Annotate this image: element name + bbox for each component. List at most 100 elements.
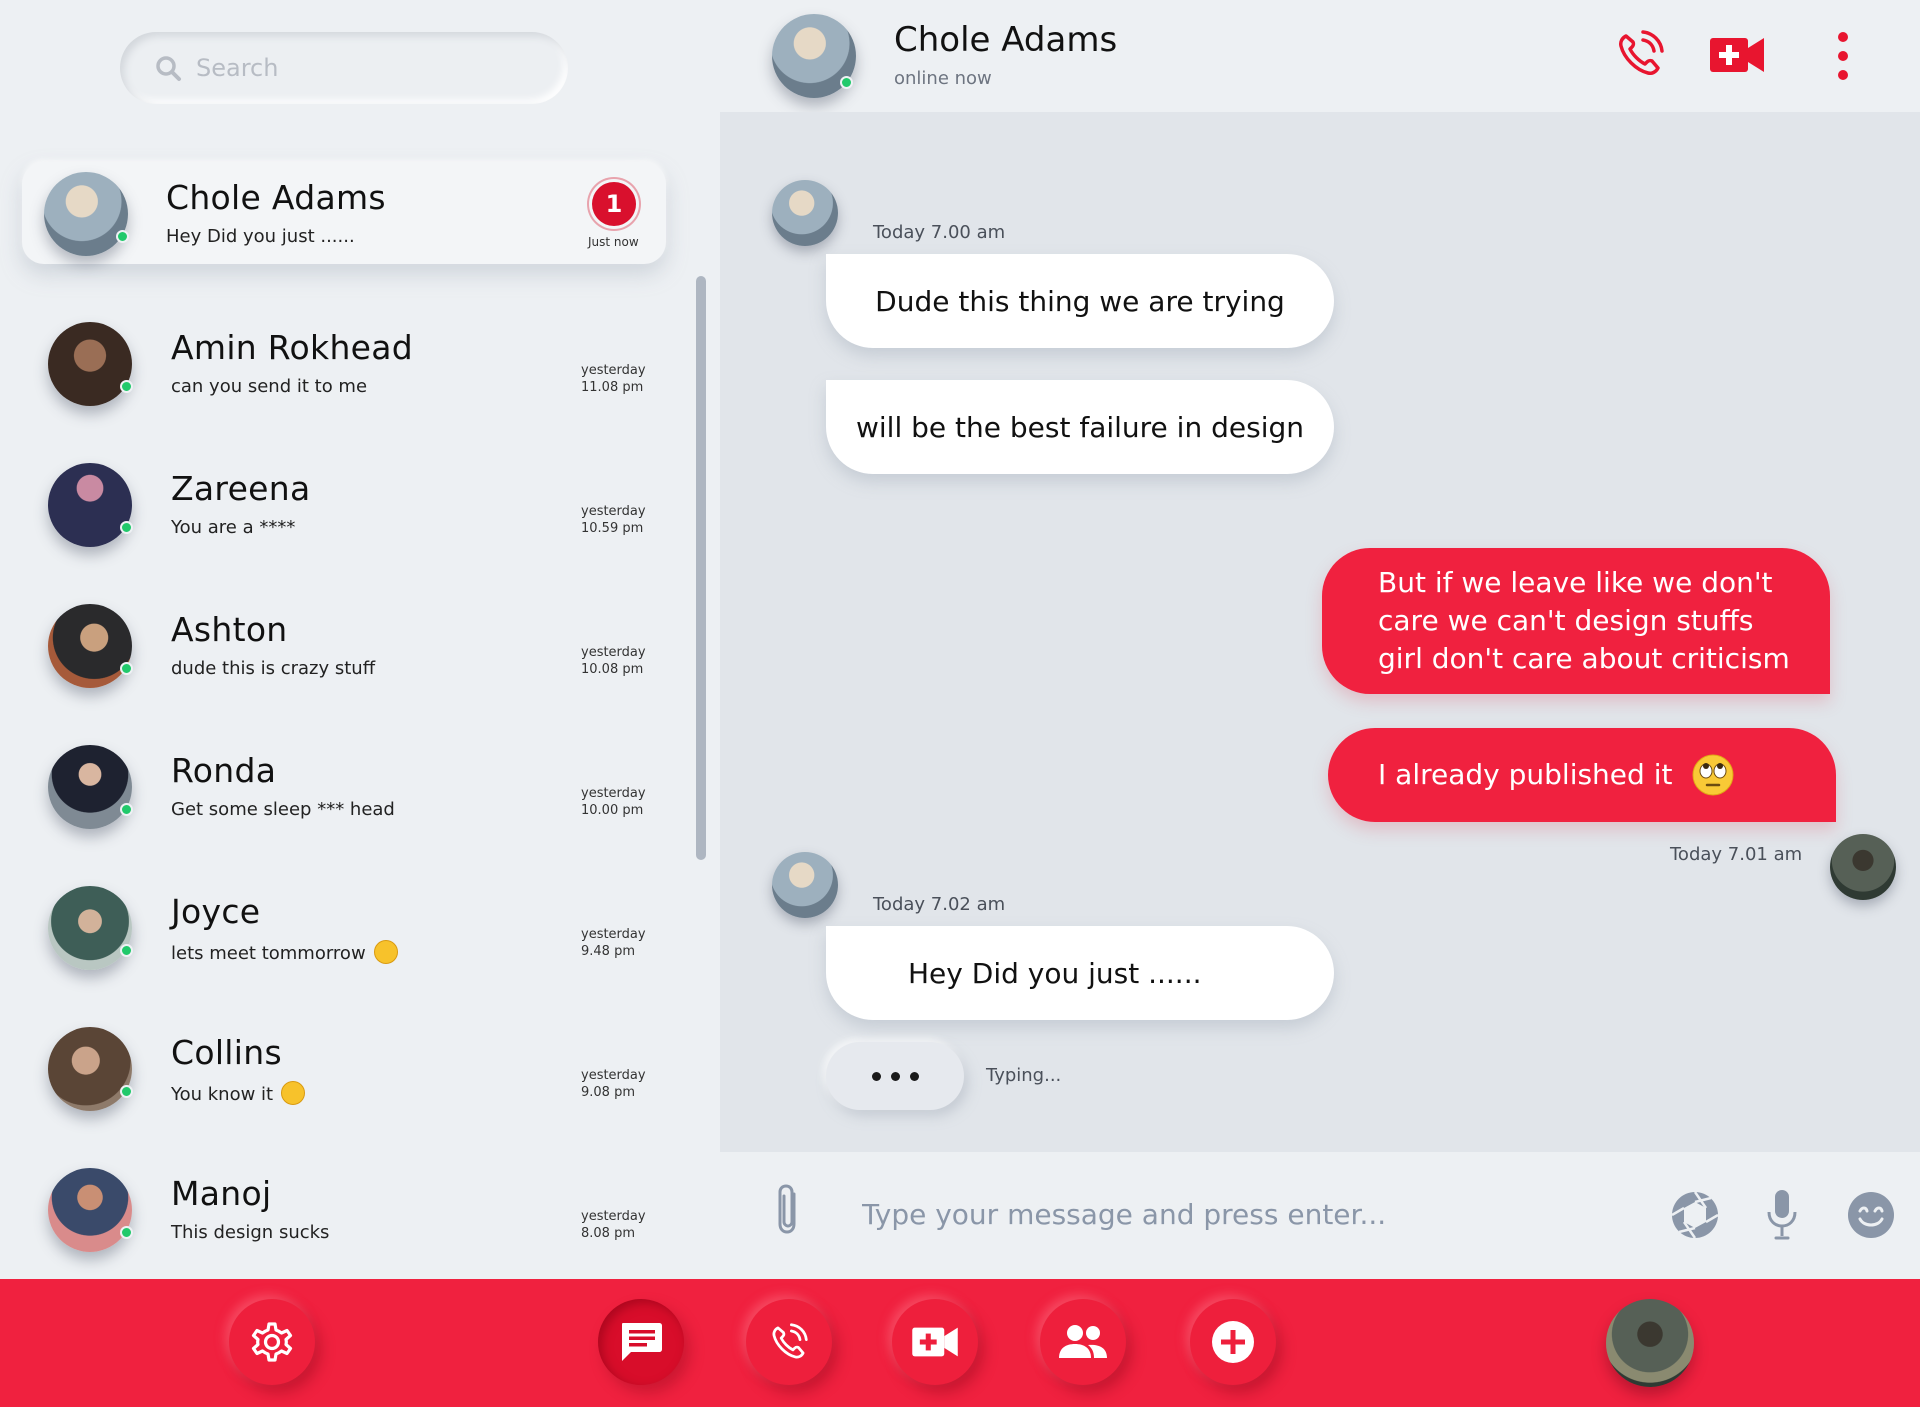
last-message: This design sucks [171,1222,330,1243]
profile-avatar[interactable] [1606,1299,1694,1387]
typing-dot [871,1071,881,1081]
message-date: yesterday [581,1068,646,1083]
emoji-icon[interactable] [1846,1190,1896,1240]
camera-shutter-icon[interactable] [1670,1190,1720,1240]
video-calls-button[interactable] [892,1299,978,1385]
phone-call-icon[interactable] [1612,26,1668,82]
chats-button[interactable] [598,1299,684,1385]
search-bar[interactable] [120,32,568,104]
typing-indicator [826,1042,964,1110]
contacts-button[interactable] [1040,1299,1126,1385]
message-time: 9.48 pm [581,944,635,959]
contact-name: Joyce [171,892,261,931]
conversation-list-panel: Chole Adams Hey Did you just ...... 1 Ju… [0,0,720,1279]
message-input[interactable] [862,1192,1622,1236]
conversation-item-joyce[interactable]: Joyce lets meet tommorrow yesterday 9.48… [22,882,666,982]
message-composer [720,1152,1920,1279]
settings-button[interactable] [229,1299,315,1385]
conversation-item-amin-rokhead[interactable]: Amin Rokhead can you send it to me yeste… [22,318,666,418]
search-input[interactable] [196,54,536,82]
online-indicator [120,1085,133,1098]
online-indicator [840,76,853,89]
incoming-message: Dude this thing we are trying [826,254,1334,348]
last-message: You know it [171,1081,306,1105]
message-time: 9.08 pm [581,1085,635,1100]
message-time: 8.08 pm [581,1226,635,1241]
sender-avatar [772,180,838,246]
chat-contact-status: online now [894,68,992,89]
online-indicator [116,230,129,243]
conversation-item-chole-adams[interactable]: Chole Adams Hey Did you just ...... 1 Ju… [22,162,666,264]
message-text: lets meet tommorrow [171,943,366,964]
avatar [44,172,128,256]
contact-name: Ronda [171,751,277,790]
bottom-navigation [0,1279,1920,1407]
video-call-icon[interactable] [1710,36,1764,74]
contacts-icon [1059,1325,1107,1358]
message-date: yesterday [581,363,646,378]
outgoing-message: I already published it [1328,728,1836,822]
attach-icon[interactable] [772,1182,804,1238]
message-date: yesterday [581,645,646,660]
chat-contact-name: Chole Adams [894,20,1118,60]
message-date: yesterday [581,1209,646,1224]
message-date: yesterday [581,927,646,942]
avatar [48,322,132,406]
message-date: yesterday [581,504,646,519]
last-message: Get some sleep *** head [171,799,395,820]
online-indicator [120,1226,133,1239]
online-indicator [120,803,133,816]
online-indicator [120,662,133,675]
microphone-icon[interactable] [1766,1188,1798,1242]
add-icon [1212,1321,1254,1363]
avatar [48,1168,132,1252]
message-time: Just now [588,235,639,249]
incoming-message: will be the best failure in design [826,380,1334,474]
unread-badge: 1 [592,182,636,226]
message-timestamp: Today 7.00 am [873,222,1006,243]
avatar [48,463,132,547]
typing-dot [890,1071,900,1081]
conversation-item-collins[interactable]: Collins You know it yesterday 9.08 pm [22,1023,666,1123]
conversation-item-ashton[interactable]: Ashton dude this is crazy stuff yesterda… [22,600,666,700]
phone-icon [772,1323,808,1359]
last-message: dude this is crazy stuff [171,658,376,679]
yawn-emoji-icon [373,940,398,964]
last-message: Hey Did you just ...... [166,226,355,247]
search-icon [156,56,181,81]
video-icon [912,1327,958,1357]
last-message: lets meet tommorrow [171,940,398,964]
last-message: can you send it to me [171,376,368,397]
wink-emoji-icon [281,1081,306,1105]
incoming-message: Hey Did you just ...... [826,926,1334,1020]
conversation-item-manoj[interactable]: Manoj This design sucks yesterday 8.08 p… [22,1164,666,1264]
my-avatar [1830,834,1896,900]
more-vertical-icon[interactable] [1836,30,1850,82]
message-time: 11.08 pm [581,380,644,395]
conversation-item-ronda[interactable]: Ronda Get some sleep *** head yesterday … [22,741,666,841]
calls-button[interactable] [746,1299,832,1385]
settings-icon [251,1322,293,1362]
message-timestamp: Today 7.01 am [1670,844,1803,865]
avatar [48,1027,132,1111]
contact-name: Chole Adams [166,178,386,217]
contact-name: Amin Rokhead [171,328,414,367]
avatar [48,886,132,970]
message-text: I already published it [1378,758,1673,791]
message-date: yesterday [581,786,646,801]
add-button[interactable] [1190,1299,1276,1385]
contact-name: Manoj [171,1174,272,1213]
eye-roll-emoji-icon [1692,754,1734,796]
online-indicator [120,380,133,393]
typing-dot [909,1071,919,1081]
avatar [48,604,132,688]
contact-name: Collins [171,1033,282,1072]
conversation-list-scrollbar[interactable] [696,276,706,860]
message-time: 10.59 pm [581,521,644,536]
chat-icon [622,1323,662,1361]
conversation-item-zareena[interactable]: Zareena You are a **** yesterday 10.59 p… [22,459,666,559]
online-indicator [120,944,133,957]
message-time: 10.08 pm [581,662,644,677]
chat-header: Chole Adams online now [720,0,1920,112]
contact-name: Ashton [171,610,288,649]
